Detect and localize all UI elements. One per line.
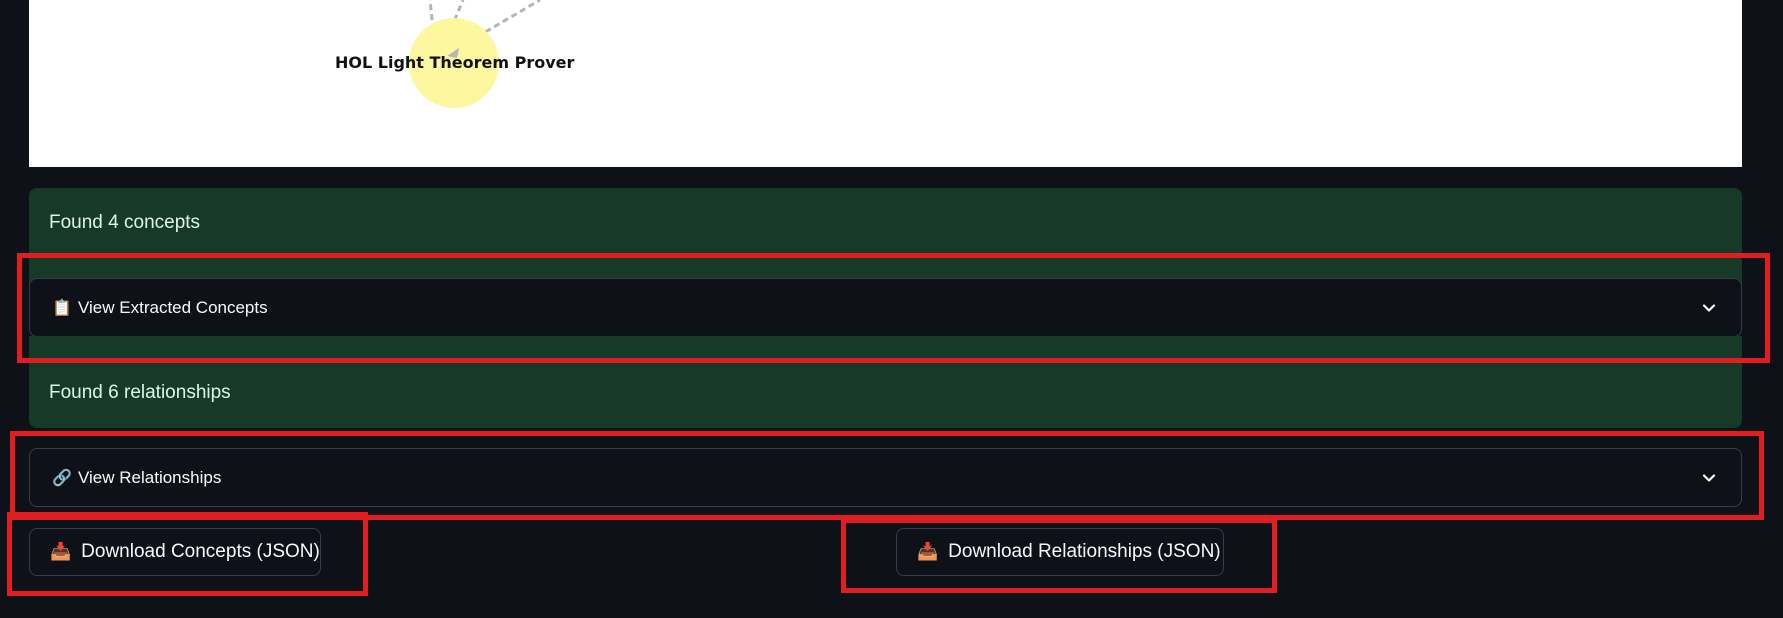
chevron-down-icon bbox=[1702, 474, 1716, 482]
link-icon: 🔗 bbox=[52, 468, 72, 487]
concepts-status-text: Found 4 concepts bbox=[49, 212, 201, 233]
view-relationships-expander[interactable]: 🔗 View Relationships bbox=[29, 448, 1742, 507]
view-relationships-label: View Relationships bbox=[78, 468, 222, 487]
download-relationships-button[interactable]: 📥 Download Relationships (JSON) bbox=[896, 528, 1224, 576]
relationships-status-text: Found 6 relationships bbox=[49, 382, 231, 403]
view-concepts-label: View Extracted Concepts bbox=[78, 298, 268, 317]
download-relationships-label: Download Relationships (JSON) bbox=[948, 541, 1221, 562]
download-concepts-button[interactable]: 📥 Download Concepts (JSON) bbox=[29, 528, 321, 576]
view-concepts-expander[interactable]: 📋 View Extracted Concepts bbox=[29, 278, 1742, 337]
graph-node-label: HOL Light Theorem Prover bbox=[335, 53, 575, 72]
graph-svg bbox=[409, 0, 541, 108]
chevron-down-icon bbox=[1702, 304, 1716, 312]
inbox-tray-icon: 📥 bbox=[50, 542, 72, 562]
knowledge-graph-canvas[interactable]: HOL Light Theorem Prover bbox=[29, 0, 1742, 167]
clipboard-icon: 📋 bbox=[52, 298, 72, 317]
relationships-success-box: Found 6 relationships bbox=[29, 336, 1742, 428]
inbox-tray-icon: 📥 bbox=[917, 542, 939, 562]
download-concepts-label: Download Concepts (JSON) bbox=[81, 541, 320, 562]
